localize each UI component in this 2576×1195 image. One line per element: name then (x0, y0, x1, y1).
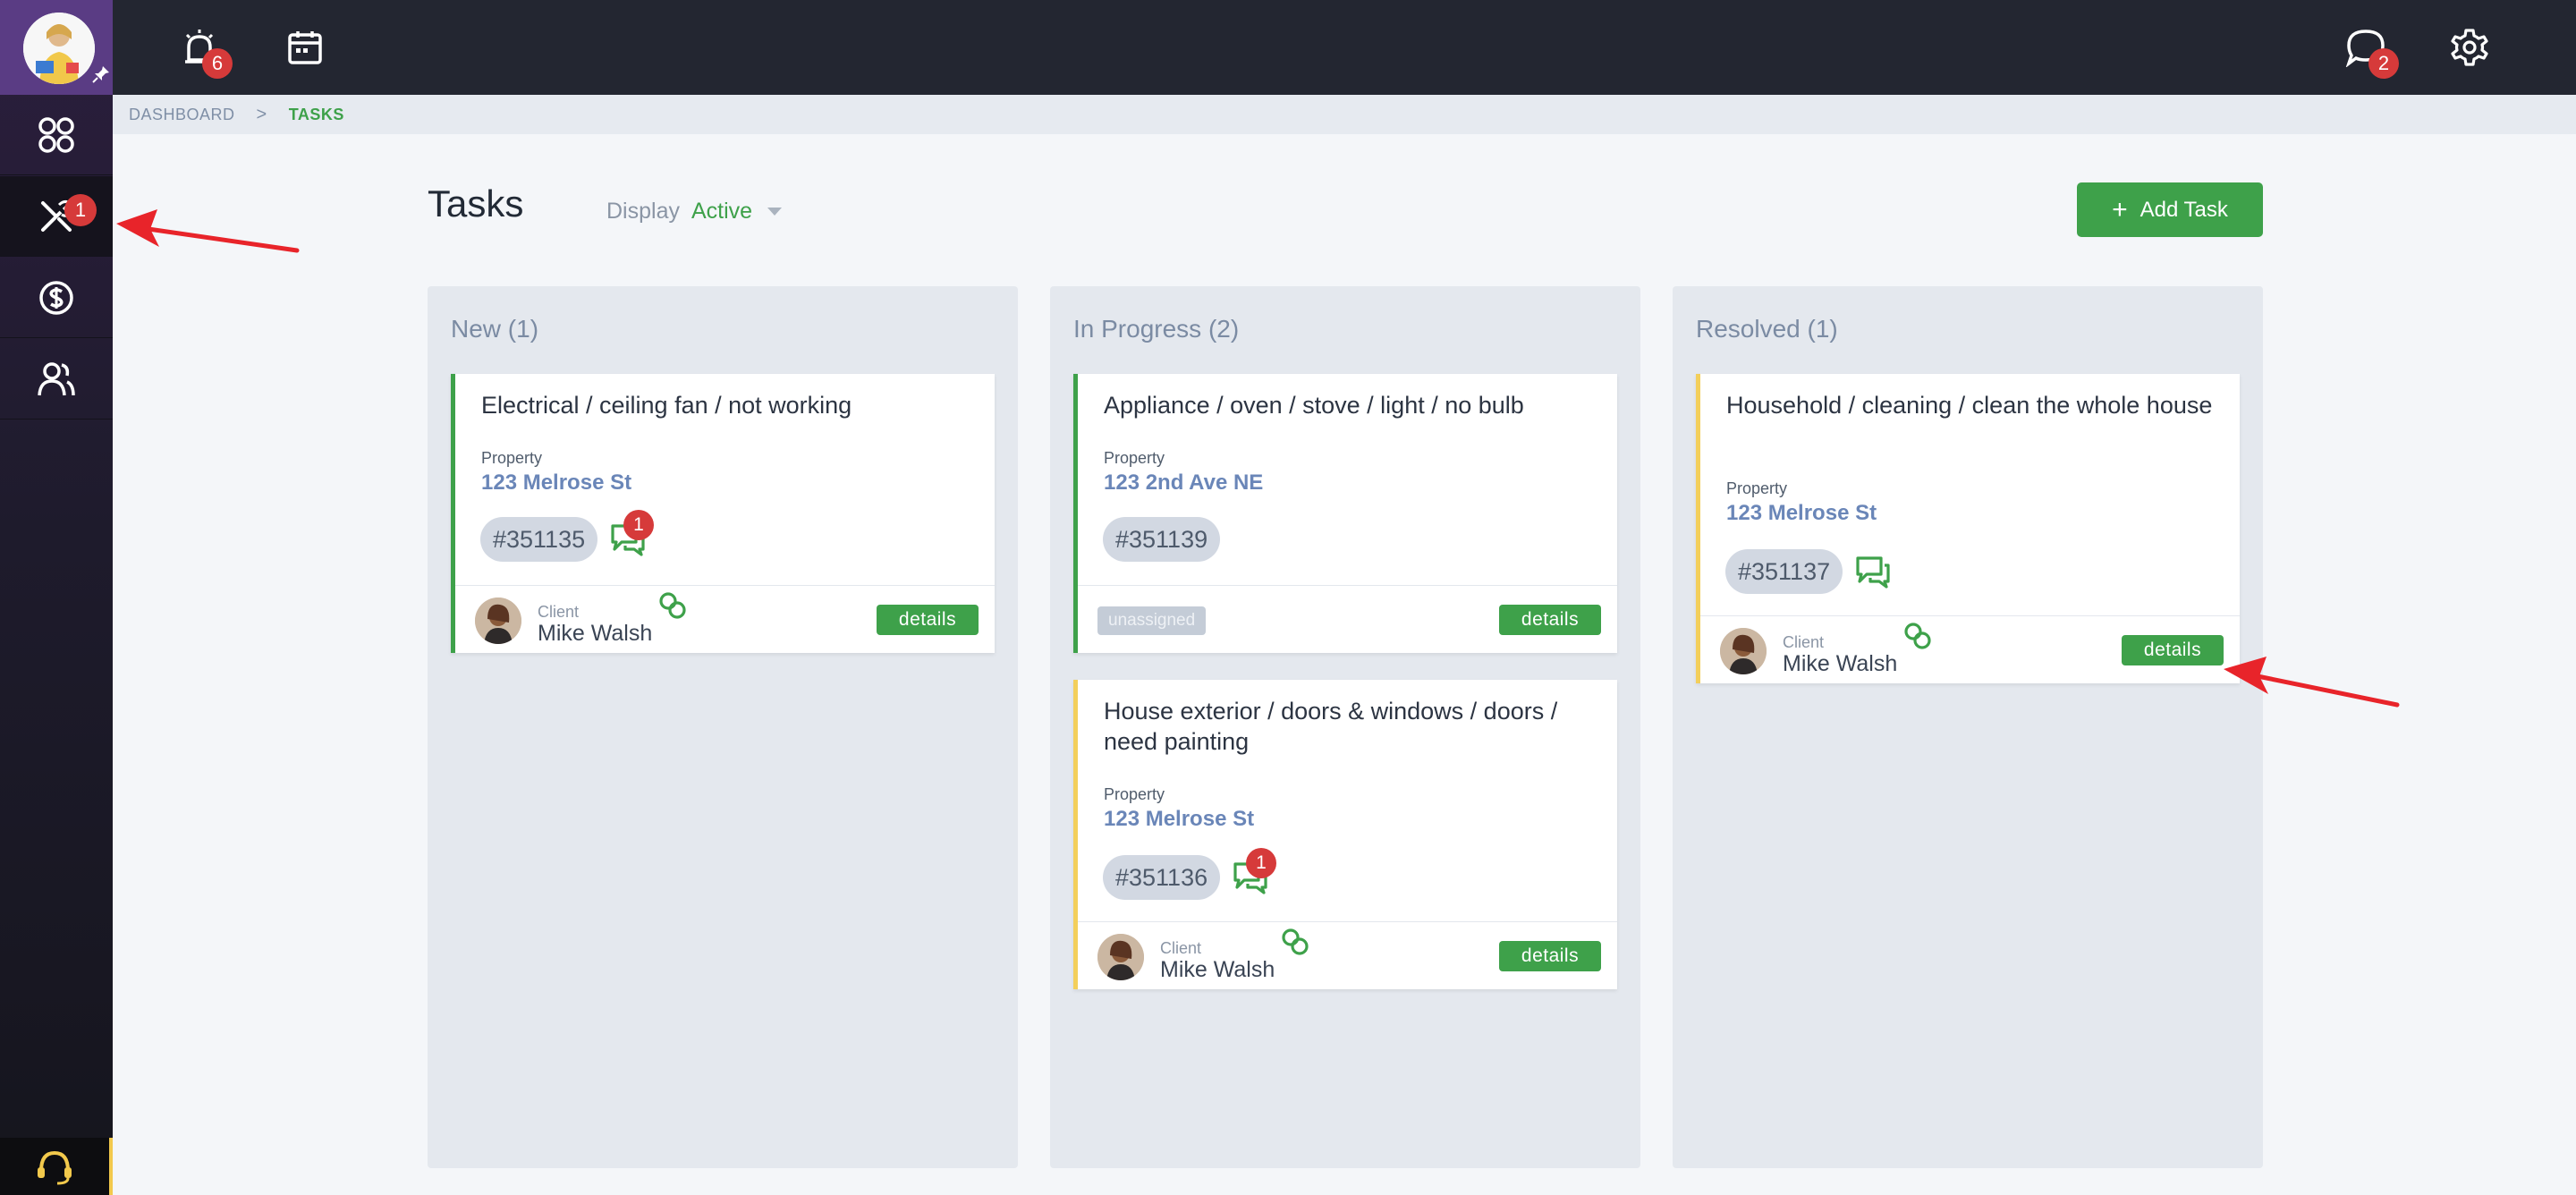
dashboard-grid-icon (38, 116, 74, 153)
users-icon (38, 361, 75, 395)
column-in-progress: In Progress (2) Appliance / oven / stove… (1050, 286, 1640, 1168)
tasks-badge: 1 (64, 194, 97, 226)
property-link[interactable]: 123 Melrose St (481, 470, 631, 496)
link-icon (1904, 623, 1931, 649)
client-avatar (1097, 934, 1144, 980)
gear-icon (2451, 29, 2488, 66)
client-name: Mike Walsh (1160, 957, 1275, 982)
annotation-arrow-sidebar (116, 209, 300, 253)
support-button[interactable] (0, 1138, 113, 1195)
column-title: Resolved (1) (1696, 315, 1838, 343)
dollar-icon (39, 280, 73, 315)
details-button[interactable]: details (877, 605, 979, 635)
sidebar-item-tasks[interactable]: 1 (0, 176, 113, 257)
task-id-badge: #351135 (480, 517, 598, 562)
breadcrumb-separator: > (256, 104, 267, 124)
user-avatar-area (0, 0, 113, 95)
top-bar: 6 2 (113, 0, 2576, 95)
sidebar-item-users[interactable] (0, 339, 113, 420)
add-task-button[interactable]: + Add Task (2077, 182, 2263, 237)
chat-unread-badge: 1 (1246, 848, 1276, 878)
task-title[interactable]: Appliance / oven / stove / light / no bu… (1104, 390, 1605, 420)
chat-icon[interactable] (1854, 555, 1892, 589)
property-label: Property (481, 449, 543, 467)
property-label: Property (1104, 785, 1165, 803)
card-divider (1078, 921, 1617, 922)
breadcrumb-tasks: TASKS (288, 105, 344, 123)
breadcrumb-dashboard[interactable]: DASHBOARD (129, 106, 235, 124)
task-title[interactable]: Household / cleaning / clean the whole h… (1726, 390, 2227, 420)
alarm-button[interactable]: 6 (175, 23, 233, 79)
client-label: Client (538, 603, 580, 621)
link-icon (1282, 928, 1309, 955)
calendar-button[interactable] (281, 23, 329, 72)
sidebar: 1 (0, 0, 113, 1195)
client-avatar (1720, 628, 1767, 674)
pin-icon[interactable] (91, 64, 111, 84)
column-title: New (1) (451, 315, 539, 343)
client-name: Mike Walsh (1783, 651, 1898, 676)
property-link[interactable]: 123 Melrose St (1104, 807, 1254, 832)
column-title: In Progress (2) (1073, 315, 1240, 343)
annotation-arrow-details (2224, 657, 2400, 708)
details-button[interactable]: details (2122, 635, 2224, 665)
headset-icon (38, 1150, 72, 1185)
property-label: Property (1726, 479, 1788, 497)
details-button[interactable]: details (1499, 941, 1601, 971)
client-name: Mike Walsh (538, 621, 653, 646)
sidebar-item-dashboard[interactable] (0, 95, 113, 175)
display-label: Display (606, 199, 680, 224)
task-card[interactable]: Appliance / oven / stove / light / no bu… (1073, 374, 1617, 653)
display-filter-select[interactable]: Active (691, 199, 752, 225)
card-divider (1700, 615, 2240, 616)
assignee-badge: unassigned (1097, 606, 1207, 635)
task-id-badge: #351136 (1103, 855, 1221, 900)
calendar-icon (288, 31, 322, 64)
client-label: Client (1783, 633, 1825, 651)
client-avatar (475, 598, 521, 644)
task-id-badge: #351139 (1103, 517, 1221, 562)
breadcrumb: DASHBOARD > TASKS (113, 95, 2576, 134)
client-label: Client (1160, 939, 1202, 957)
property-link[interactable]: 123 Melrose St (1726, 501, 1877, 526)
chat-unread-badge: 1 (623, 510, 654, 540)
task-card[interactable]: Electrical / ceiling fan / not working P… (451, 374, 995, 653)
card-divider (455, 585, 995, 586)
sidebar-item-billing[interactable] (0, 258, 113, 338)
alarm-badge: 6 (202, 48, 233, 79)
card-divider (1078, 585, 1617, 586)
link-icon (659, 592, 686, 619)
task-card[interactable]: House exterior / doors & windows / doors… (1073, 680, 1617, 989)
page-title: Tasks (428, 182, 524, 225)
property-label: Property (1104, 449, 1165, 467)
messages-badge: 2 (2368, 48, 2399, 79)
add-task-label: Add Task (2140, 197, 2228, 222)
column-resolved: Resolved (1) Household / cleaning / clea… (1673, 286, 2263, 1168)
messages-button[interactable]: 2 (2342, 23, 2399, 79)
settings-button[interactable] (2445, 23, 2494, 72)
task-card[interactable]: Household / cleaning / clean the whole h… (1696, 374, 2240, 683)
property-link[interactable]: 123 2nd Ave NE (1104, 470, 1263, 496)
details-button[interactable]: details (1499, 605, 1601, 635)
task-title[interactable]: House exterior / doors & windows / doors… (1104, 696, 1605, 757)
user-avatar[interactable] (23, 13, 95, 84)
plus-icon: + (2112, 194, 2128, 225)
chevron-down-icon[interactable] (767, 208, 782, 216)
task-id-badge: #351137 (1725, 549, 1843, 594)
column-new: New (1) Electrical / ceiling fan / not w… (428, 286, 1018, 1168)
task-title[interactable]: Electrical / ceiling fan / not working (481, 390, 982, 420)
